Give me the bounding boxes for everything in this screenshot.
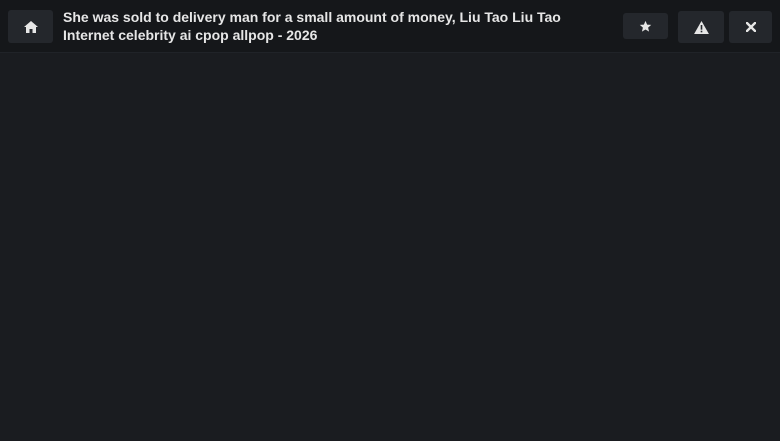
warning-icon xyxy=(693,20,709,34)
page-title: She was sold to delivery man for a small… xyxy=(63,9,561,43)
report-button[interactable] xyxy=(678,11,724,43)
star-icon xyxy=(639,20,652,33)
close-icon xyxy=(745,22,756,32)
close-button[interactable] xyxy=(729,11,772,43)
home-icon xyxy=(23,20,38,33)
home-button[interactable] xyxy=(8,10,53,43)
favorite-button[interactable] xyxy=(623,13,668,39)
top-bar: She was sold to delivery man for a small… xyxy=(0,0,780,53)
content-area xyxy=(0,53,780,441)
